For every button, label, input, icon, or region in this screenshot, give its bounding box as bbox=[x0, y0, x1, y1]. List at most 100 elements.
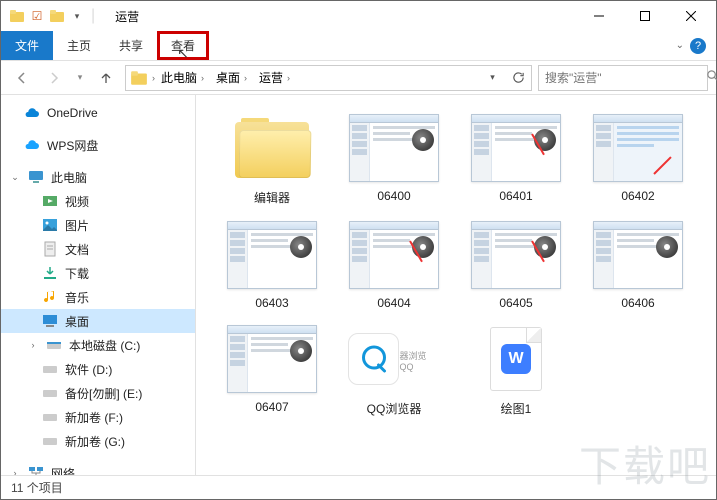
file-item[interactable]: 06407 bbox=[224, 324, 320, 417]
desktop-icon bbox=[41, 312, 59, 330]
sidebar-item-downloads[interactable]: 下载 bbox=[1, 261, 195, 285]
file-label: 编辑器 bbox=[254, 189, 290, 206]
sidebar-item-onedrive[interactable]: OneDrive bbox=[1, 101, 195, 125]
drive-icon bbox=[41, 384, 59, 402]
file-label: 06406 bbox=[621, 296, 654, 310]
breadcrumb[interactable]: 此电脑› bbox=[155, 66, 210, 90]
items-grid: 编辑器 06400 06401 06402 06403 06404 06405 … bbox=[224, 113, 698, 417]
minimize-button[interactable] bbox=[576, 1, 622, 31]
file-item[interactable]: 06403 bbox=[224, 220, 320, 310]
sidebar-item-cdisk[interactable]: ›本地磁盘 (C:) bbox=[1, 333, 195, 357]
download-icon bbox=[41, 264, 59, 282]
ribbon-tabs: 文件 主页 共享 查看 ↖ ⌄ ? bbox=[1, 31, 716, 61]
sidebar-item-documents[interactable]: 文档 bbox=[1, 237, 195, 261]
file-label: 06400 bbox=[377, 189, 410, 203]
file-thumbnail bbox=[226, 220, 318, 290]
folder-icon bbox=[130, 69, 148, 87]
file-item[interactable]: 06402 bbox=[590, 113, 686, 206]
nav-back-button[interactable] bbox=[9, 65, 35, 91]
body: OneDrive WPS网盘 ⌄ 此电脑 视频 图片 文档 下载 音乐 桌面 ›… bbox=[1, 95, 716, 475]
picture-icon bbox=[41, 216, 59, 234]
file-label: 06403 bbox=[255, 296, 288, 310]
chevron-right-icon: › bbox=[287, 73, 290, 83]
explorer-window: ☑ ▾ | 运营 文件 主页 共享 查看 ↖ ⌄ ? ▾ bbox=[0, 0, 717, 500]
file-thumbnail bbox=[226, 324, 318, 394]
file-item[interactable]: 06404 bbox=[346, 220, 442, 310]
sidebar-item-ddisk[interactable]: 软件 (D:) bbox=[1, 357, 195, 381]
address-bar[interactable]: › 此电脑› 桌面› 运营› ▾ bbox=[125, 65, 532, 91]
document-icon bbox=[41, 240, 59, 258]
nav-up-button[interactable] bbox=[93, 65, 119, 91]
nav-forward-button[interactable] bbox=[41, 65, 67, 91]
file-label: 06405 bbox=[499, 296, 532, 310]
sidebar-item-pictures[interactable]: 图片 bbox=[1, 213, 195, 237]
titlebar: ☑ ▾ | 运营 bbox=[1, 1, 716, 31]
folder-small-icon bbox=[49, 8, 65, 24]
file-label: 06407 bbox=[255, 400, 288, 414]
file-label: 06401 bbox=[499, 189, 532, 203]
expand-icon[interactable]: › bbox=[9, 468, 21, 475]
file-thumbnail: 器浏览QQ bbox=[348, 324, 440, 394]
sidebar-item-fdisk[interactable]: 新加卷 (F:) bbox=[1, 405, 195, 429]
search-box[interactable] bbox=[538, 65, 708, 91]
qat-dropdown-icon[interactable]: ▾ bbox=[69, 8, 85, 24]
file-item[interactable]: 器浏览QQ QQ浏览器 bbox=[346, 324, 442, 417]
file-thumbnail bbox=[470, 113, 562, 183]
properties-icon[interactable]: ☑ bbox=[29, 8, 45, 24]
cloud-icon bbox=[23, 136, 41, 154]
maximize-button[interactable] bbox=[622, 1, 668, 31]
file-label: 06402 bbox=[621, 189, 654, 203]
search-icon[interactable] bbox=[706, 69, 717, 87]
close-button[interactable] bbox=[668, 1, 714, 31]
sidebar-item-wps[interactable]: WPS网盘 bbox=[1, 133, 195, 157]
status-bar: 11 个项目 bbox=[1, 475, 716, 499]
file-item[interactable]: W 绘图1 bbox=[468, 324, 564, 417]
tab-view[interactable]: 查看 ↖ bbox=[157, 31, 209, 60]
sidebar: OneDrive WPS网盘 ⌄ 此电脑 视频 图片 文档 下载 音乐 桌面 ›… bbox=[1, 95, 196, 475]
window-title: 运营 bbox=[115, 8, 139, 25]
file-item[interactable]: 06400 bbox=[346, 113, 442, 206]
file-item[interactable]: 06405 bbox=[468, 220, 564, 310]
tab-view-label: 查看 bbox=[171, 37, 195, 54]
file-thumbnail bbox=[226, 113, 318, 183]
network-icon bbox=[27, 464, 45, 475]
computer-icon bbox=[27, 168, 45, 186]
sidebar-item-desktop[interactable]: 桌面 bbox=[1, 309, 195, 333]
quick-access-toolbar: ☑ ▾ | bbox=[3, 7, 103, 25]
refresh-button[interactable] bbox=[505, 66, 531, 90]
drive-icon bbox=[45, 336, 63, 354]
ribbon-expand-icon[interactable]: ⌄ bbox=[676, 40, 684, 51]
file-item[interactable]: 06406 bbox=[590, 220, 686, 310]
sidebar-item-thispc[interactable]: ⌄ 此电脑 bbox=[1, 165, 195, 189]
collapse-icon[interactable]: ⌄ bbox=[9, 172, 21, 183]
file-label: QQ浏览器 bbox=[367, 400, 422, 417]
drive-icon bbox=[41, 408, 59, 426]
expand-icon[interactable]: › bbox=[27, 340, 39, 350]
addr-dropdown-icon[interactable]: ▾ bbox=[479, 66, 505, 90]
search-input[interactable] bbox=[545, 71, 700, 85]
drive-icon bbox=[41, 360, 59, 378]
breadcrumb[interactable]: 桌面› bbox=[210, 66, 253, 90]
chevron-right-icon: › bbox=[201, 73, 204, 83]
sidebar-item-music[interactable]: 音乐 bbox=[1, 285, 195, 309]
sidebar-item-videos[interactable]: 视频 bbox=[1, 189, 195, 213]
sidebar-item-gdisk[interactable]: 新加卷 (G:) bbox=[1, 429, 195, 453]
file-item[interactable]: 编辑器 bbox=[224, 113, 320, 206]
nav-recent-dropdown[interactable]: ▾ bbox=[73, 65, 87, 91]
sidebar-item-network[interactable]: ›网络 bbox=[1, 461, 195, 475]
help-icon[interactable]: ? bbox=[690, 38, 706, 54]
file-thumbnail bbox=[592, 113, 684, 183]
tab-share[interactable]: 共享 bbox=[105, 31, 157, 60]
sidebar-item-edisk[interactable]: 备份[勿删] (E:) bbox=[1, 381, 195, 405]
breadcrumb[interactable]: 运营› bbox=[253, 66, 296, 90]
file-thumbnail bbox=[348, 220, 440, 290]
file-thumbnail: W bbox=[470, 324, 562, 394]
file-thumbnail bbox=[592, 220, 684, 290]
tab-home[interactable]: 主页 bbox=[53, 31, 105, 60]
file-thumbnail bbox=[470, 220, 562, 290]
content-area[interactable]: 编辑器 06400 06401 06402 06403 06404 06405 … bbox=[196, 95, 716, 475]
address-row: ▾ › 此电脑› 桌面› 运营› ▾ bbox=[1, 61, 716, 95]
tab-file[interactable]: 文件 bbox=[1, 31, 53, 60]
file-item[interactable]: 06401 bbox=[468, 113, 564, 206]
file-label: 绘图1 bbox=[501, 400, 532, 417]
